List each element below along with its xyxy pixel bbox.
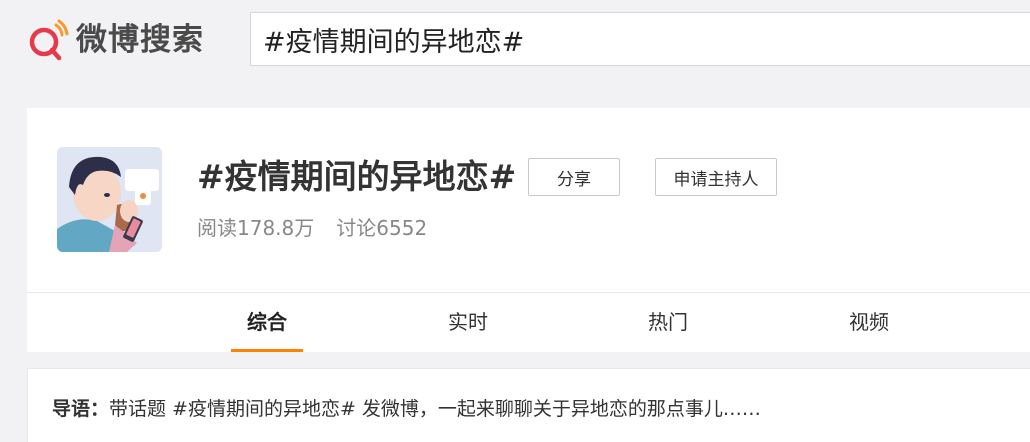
read-count: 阅读178.8万 [197, 216, 315, 240]
topic-avatar [57, 147, 162, 252]
topic-card: #疫情期间的异地恋# 分享 申请主持人 阅读178.8万 讨论6552 综合 实… [27, 108, 1030, 352]
guide-label: 导语： [52, 398, 110, 420]
guide-line: 导语：带话题 #疫情期间的异地恋# 发微博，一起来聊聊关于异地恋的那点事儿…… [52, 395, 761, 423]
tab-hot[interactable]: 热门 [632, 293, 704, 352]
guide-text: 带话题 #疫情期间的异地恋# 发微博，一起来聊聊关于异地恋的那点事儿…… [109, 398, 761, 420]
tab-bar: 综合 实时 热门 视频 [27, 293, 1030, 352]
tab-realtime[interactable]: 实时 [432, 293, 504, 352]
share-button[interactable]: 分享 [528, 158, 620, 196]
topic-header: #疫情期间的异地恋# 分享 申请主持人 阅读178.8万 讨论6552 [27, 108, 1030, 292]
apply-host-button[interactable]: 申请主持人 [655, 158, 777, 196]
guide-box: 导语：带话题 #疫情期间的异地恋# 发微博，一起来聊聊关于异地恋的那点事儿…… [27, 368, 1030, 442]
discussion-count: 讨论6552 [336, 216, 428, 240]
tab-video[interactable]: 视频 [833, 293, 905, 352]
weibo-search-logo-icon [26, 18, 70, 62]
logo[interactable]: 微博搜索 [26, 16, 204, 64]
search-box[interactable] [250, 12, 1030, 66]
topic-stats: 阅读178.8万 讨论6552 [197, 214, 427, 242]
topic-title: #疫情期间的异地恋# [197, 157, 517, 196]
search-input[interactable] [263, 13, 1030, 65]
tab-comprehensive[interactable]: 综合 [231, 293, 303, 352]
logo-text: 微博搜索 [76, 22, 204, 58]
header: 微博搜索 [0, 0, 1030, 90]
page: 微博搜索 #疫情期间的异地恋# #疫情期间的异地恋# 分享 申请主持人 阅读17… [0, 0, 1030, 442]
